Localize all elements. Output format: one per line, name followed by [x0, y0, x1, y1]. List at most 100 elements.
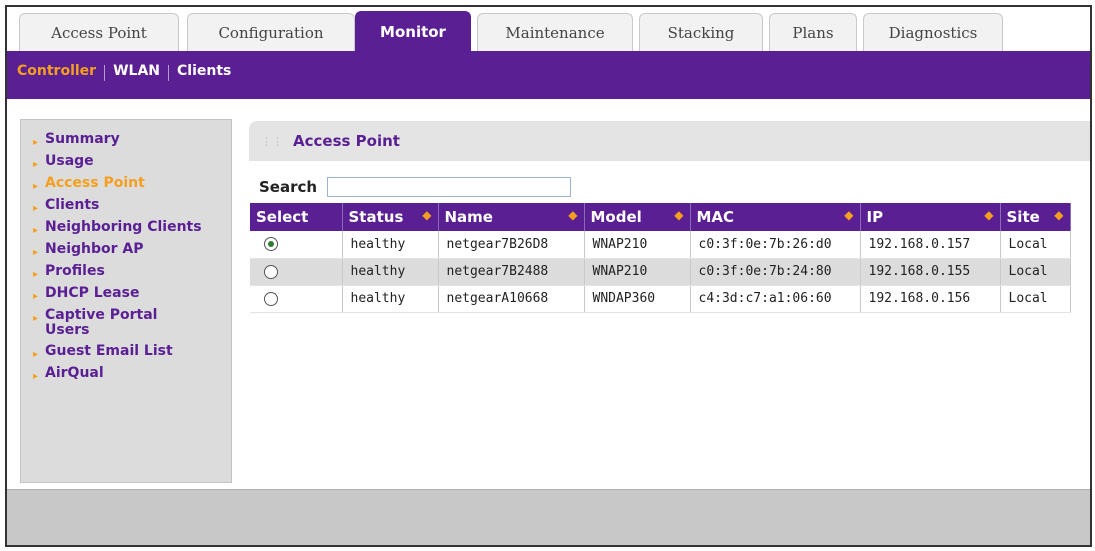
status-cell: healthy: [342, 231, 439, 259]
panel-title: Access Point: [293, 132, 400, 150]
select-radio[interactable]: [264, 264, 278, 279]
column-header-site[interactable]: Site ◆: [1000, 203, 1071, 231]
table-row[interactable]: healthy netgear7B2488 WNAP210 c0:3f:0e:7…: [250, 258, 1071, 286]
sidebar-item-usage[interactable]: ▸ Usage: [21, 153, 231, 171]
column-header-label: Select: [256, 208, 309, 226]
sidebar-item-access-point[interactable]: ▸ Access Point: [21, 175, 231, 193]
tab-access-point[interactable]: Access Point: [19, 13, 179, 51]
chevron-right-icon: ▸: [33, 371, 39, 382]
site-cell: Local: [1000, 285, 1071, 313]
tab-stacking[interactable]: Stacking: [639, 13, 763, 51]
column-header-label: IP: [866, 208, 884, 226]
column-header-ip[interactable]: IP ◆: [860, 203, 1001, 231]
tab-configuration[interactable]: Configuration: [187, 13, 355, 51]
mac-cell: c0:3f:0e:7b:26:d0: [690, 231, 861, 259]
tab-diagnostics[interactable]: Diagnostics: [863, 13, 1003, 51]
chevron-right-icon: ▸: [33, 225, 39, 236]
sidebar-item-label: Guest Email List: [45, 343, 173, 359]
select-cell: [250, 231, 343, 259]
column-header-label: Status: [348, 208, 404, 226]
column-header-label: Site: [1006, 208, 1040, 226]
tab-monitor[interactable]: Monitor: [355, 11, 471, 51]
model-cell: WNAP210: [584, 258, 691, 286]
column-header-label: MAC: [696, 208, 735, 226]
name-cell: netgearA10668: [438, 285, 585, 313]
sidebar-item-label: Access Point: [45, 175, 145, 191]
sidebar-item-label: Neighboring Clients: [45, 219, 202, 235]
model-cell: WNAP210: [584, 231, 691, 259]
table-header-row: Select Status ◆ Name ◆ Model ◆ MAC ◆ IP ◆ Sit…: [250, 203, 1071, 231]
chevron-right-icon: ▸: [33, 137, 39, 148]
chevron-right-icon: ▸: [33, 349, 39, 360]
sort-arrows-icon[interactable]: ◆: [844, 208, 853, 222]
chevron-right-icon: ▸: [33, 181, 39, 192]
content-panel: ⋮⋮ Access Point Search Select Status ◆ Na…: [249, 121, 1090, 361]
sidebar-item-profiles[interactable]: ▸ Profiles: [21, 263, 231, 281]
sub-nav: Controller WLAN Clients: [7, 51, 1090, 99]
tab-plans[interactable]: Plans: [769, 13, 857, 51]
sort-arrows-icon[interactable]: ◆: [422, 208, 431, 222]
sort-arrows-icon[interactable]: ◆: [1054, 208, 1063, 222]
sidebar-item-label: Neighbor AP: [45, 241, 144, 257]
sidebar-item-label: Summary: [45, 131, 120, 147]
search-label: Search: [259, 178, 318, 196]
sidebar-item-label: Captive Portal Users: [45, 307, 158, 338]
sidebar-item-label: Profiles: [45, 263, 105, 279]
chevron-right-icon: ▸: [33, 269, 39, 280]
app-frame: Access Point Configuration Monitor Maint…: [5, 5, 1092, 547]
subnav-divider: [168, 65, 169, 81]
status-cell: healthy: [342, 285, 439, 313]
search-input[interactable]: [327, 177, 572, 197]
sidebar-item-label: Usage: [45, 153, 94, 169]
sidebar-item-captive-portal-users[interactable]: ▸ Captive Portal Users: [21, 308, 231, 338]
panel-header: ⋮⋮ Access Point: [249, 121, 1090, 161]
column-header-name[interactable]: Name ◆: [438, 203, 585, 231]
select-radio[interactable]: [264, 291, 278, 306]
sort-arrows-icon[interactable]: ◆: [984, 208, 993, 222]
sidebar-item-label: Clients: [45, 197, 100, 213]
status-cell: healthy: [342, 258, 439, 286]
ip-cell: 192.168.0.156: [860, 285, 1001, 313]
column-header-status[interactable]: Status ◆: [342, 203, 439, 231]
sidebar-item-summary[interactable]: ▸ Summary: [21, 131, 231, 149]
mac-cell: c0:3f:0e:7b:24:80: [690, 258, 861, 286]
site-cell: Local: [1000, 231, 1071, 259]
tab-maintenance[interactable]: Maintenance: [477, 13, 633, 51]
select-cell: [250, 258, 343, 286]
sidebar-item-neighbor-ap[interactable]: ▸ Neighbor AP: [21, 241, 231, 259]
select-radio[interactable]: [264, 237, 278, 252]
footer-bar: [7, 489, 1090, 545]
sidebar-item-neighboring-clients[interactable]: ▸ Neighboring Clients: [21, 219, 231, 237]
sidebar-item-airqual[interactable]: ▸ AirQual: [21, 366, 231, 383]
name-cell: netgear7B26D8: [438, 231, 585, 259]
sort-arrows-icon[interactable]: ◆: [674, 208, 683, 222]
select-cell: [250, 285, 343, 313]
chevron-right-icon: ▸: [33, 159, 39, 170]
subnav-divider: [104, 65, 106, 81]
grip-icon: ⋮⋮: [261, 134, 283, 148]
mac-cell: c4:3d:c7:a1:06:60: [690, 285, 861, 313]
sidebar-item-label: DHCP Lease: [45, 285, 140, 301]
sort-arrows-icon[interactable]: ◆: [568, 208, 577, 222]
subnav-controller[interactable]: Controller: [17, 63, 96, 79]
column-header-label: Model: [590, 208, 642, 226]
column-header-mac[interactable]: MAC ◆: [690, 203, 861, 231]
access-point-table: Select Status ◆ Name ◆ Model ◆ MAC ◆ IP ◆ Sit…: [250, 203, 1071, 313]
sidebar-item-dhcp-lease[interactable]: ▸ DHCP Lease: [21, 285, 231, 303]
name-cell: netgear7B2488: [438, 258, 585, 286]
column-header-model[interactable]: Model ◆: [584, 203, 691, 231]
chevron-right-icon: ▸: [33, 247, 39, 258]
subnav-clients[interactable]: Clients: [177, 63, 231, 79]
top-tabs: Access Point Configuration Monitor Maint…: [7, 7, 1090, 51]
model-cell: WNDAP360: [584, 285, 691, 313]
sidebar: ▸ Summary ▸ Usage ▸ Access Point ▸ Clien…: [20, 119, 232, 483]
ip-cell: 192.168.0.155: [860, 258, 1001, 286]
sidebar-item-clients[interactable]: ▸ Clients: [21, 197, 231, 215]
chevron-right-icon: ▸: [33, 313, 39, 324]
chevron-right-icon: ▸: [33, 291, 39, 302]
subnav-wlan[interactable]: WLAN: [113, 63, 160, 79]
table-row[interactable]: healthy netgearA10668 WNDAP360 c4:3d:c7:…: [250, 285, 1071, 313]
sidebar-item-guest-email-list[interactable]: ▸ Guest Email List: [21, 343, 231, 361]
table-row[interactable]: healthy netgear7B26D8 WNAP210 c0:3f:0e:7…: [250, 231, 1071, 259]
site-cell: Local: [1000, 258, 1071, 286]
